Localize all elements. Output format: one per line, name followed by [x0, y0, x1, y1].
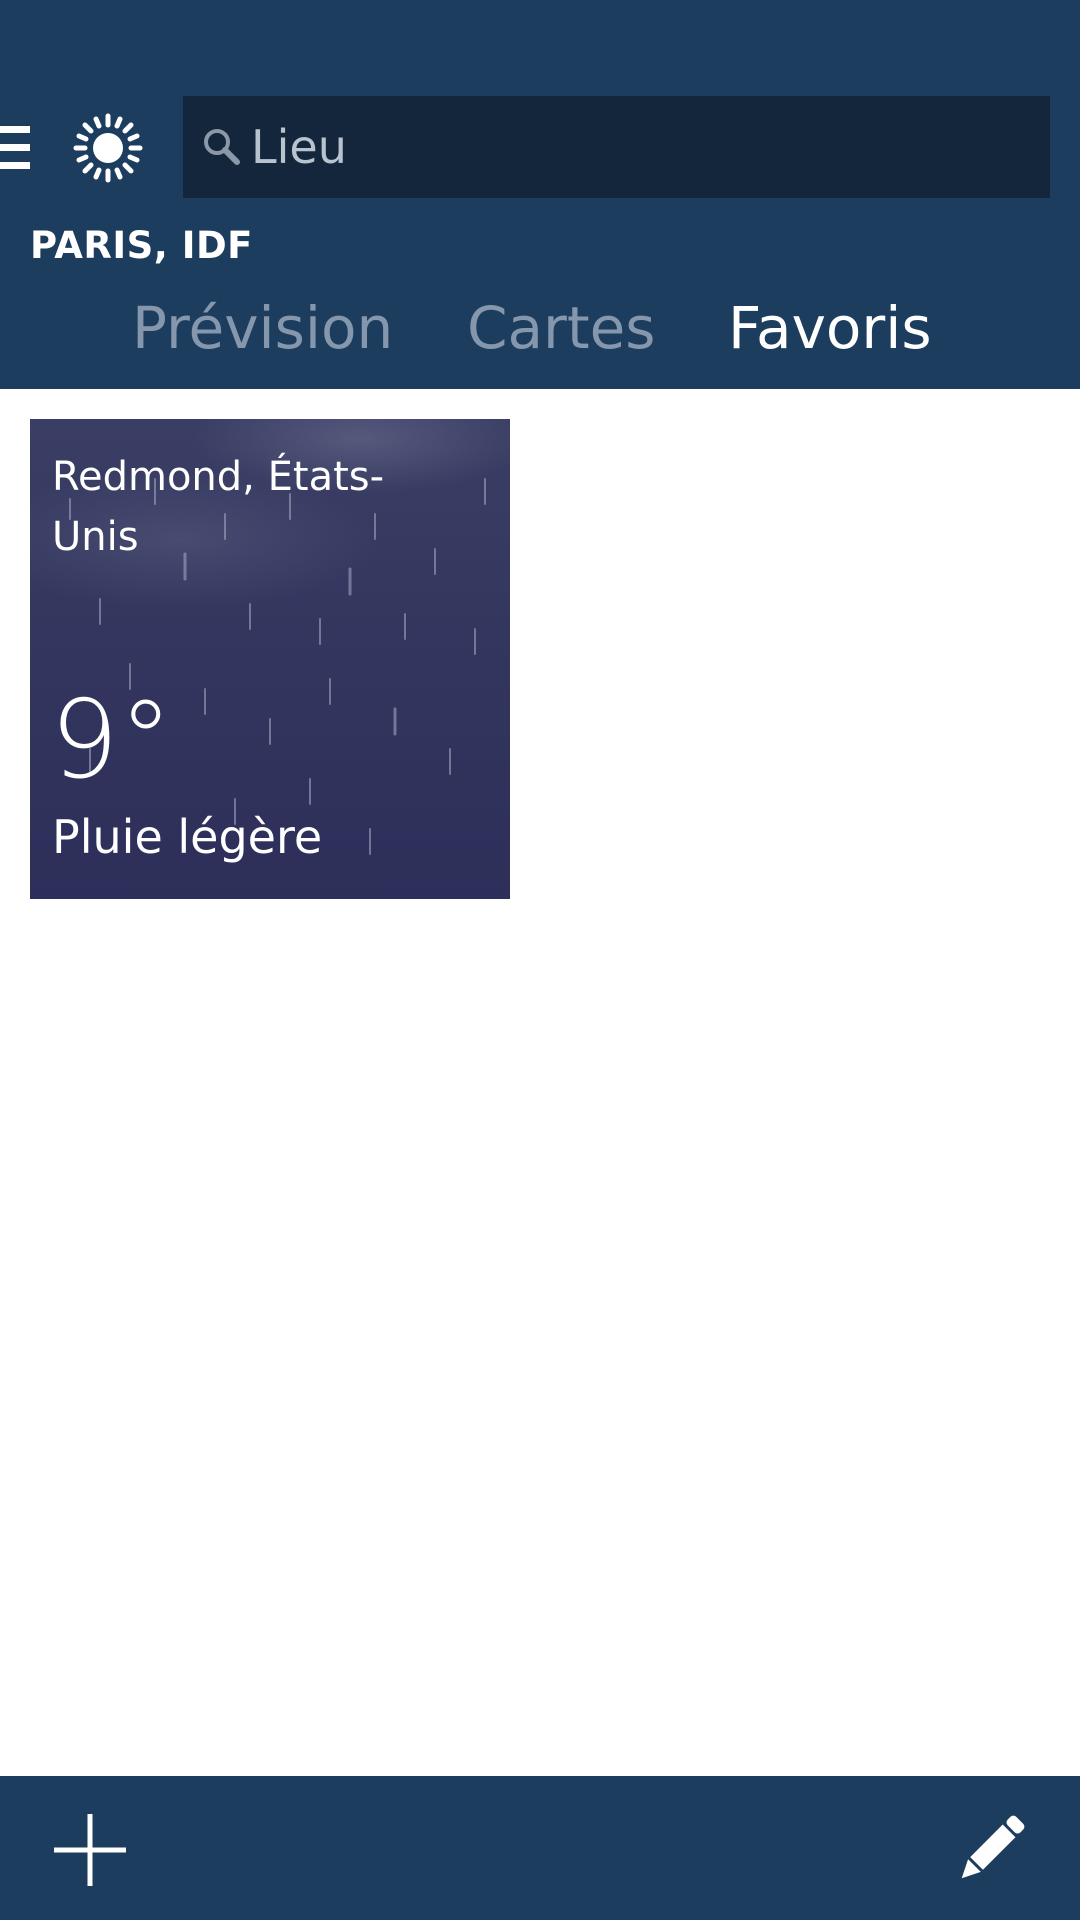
- pencil-icon: [961, 1815, 1025, 1879]
- hamburger-menu-line: [0, 162, 30, 169]
- plus-icon: [54, 1814, 126, 1886]
- tab-prevision[interactable]: Prévision: [132, 294, 393, 362]
- hamburger-menu-button[interactable]: [0, 118, 40, 178]
- tab-favoris[interactable]: Favoris: [728, 294, 932, 362]
- current-location-label: PARIS, IDF: [30, 224, 253, 267]
- hamburger-menu-line: [0, 144, 30, 151]
- tab-cartes[interactable]: Cartes: [467, 294, 656, 362]
- search-icon: [204, 129, 240, 165]
- edit-favorites-button[interactable]: [950, 1810, 1030, 1890]
- sun-icon: [73, 113, 143, 183]
- add-favorite-button[interactable]: [50, 1810, 130, 1890]
- favorite-location-tile[interactable]: Redmond, États-Unis 9° Pluie légère: [30, 419, 510, 899]
- favorite-condition: Pluie légère: [52, 810, 323, 864]
- search-box[interactable]: [183, 96, 1050, 198]
- search-input[interactable]: [251, 96, 1031, 198]
- weather-home-button[interactable]: [72, 112, 144, 184]
- favorite-city-name: Redmond, États-Unis: [52, 454, 385, 560]
- bottom-app-bar: [0, 1776, 1080, 1920]
- favorite-temperature: 9°: [50, 678, 173, 803]
- app-header: PARIS, IDF Prévision Cartes Favoris: [0, 0, 1080, 389]
- hamburger-menu-icon: [0, 126, 30, 133]
